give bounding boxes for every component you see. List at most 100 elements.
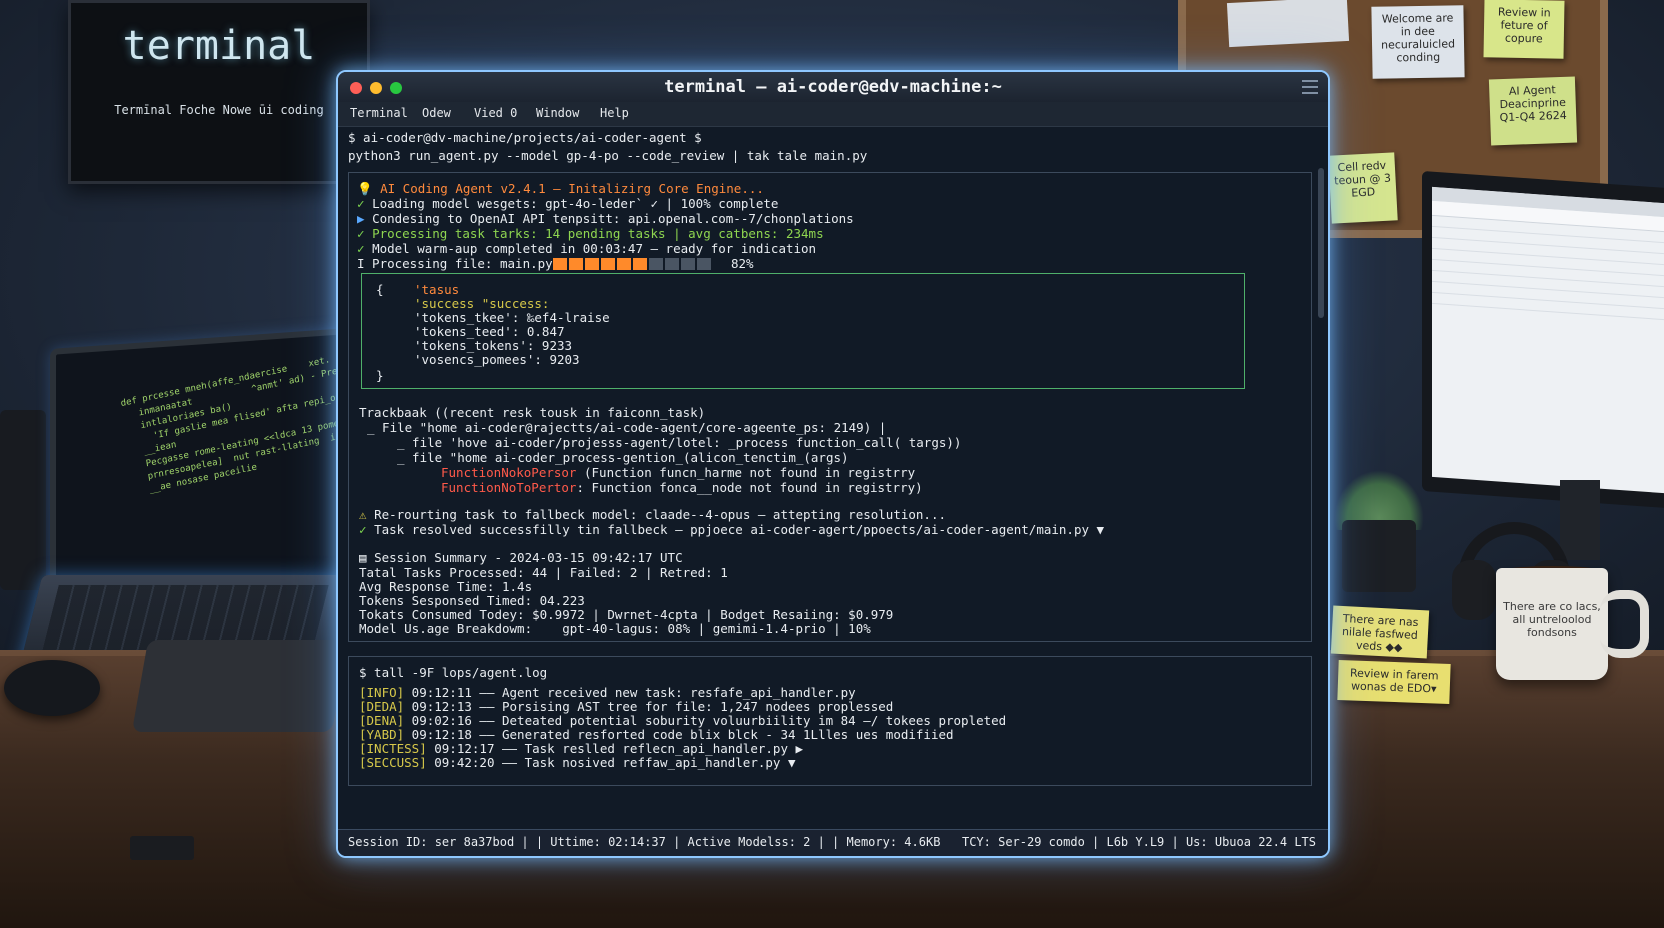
mouse [4,660,100,716]
init-line-text: Loading model wesgets: gpt-4o-leder` ✓ |… [372,196,779,211]
log-tag: [DEDA] [359,699,405,714]
poster-subtitle: Termīnal Foche Nowe ūi coding [114,103,324,117]
summary-title: ▤ Session Summary - 2024-03-15 09:42:17 … [359,550,683,565]
log-entry: [DENA] 09:02:16 —— Deteated potential so… [359,713,1006,728]
monitor-screen [1432,186,1664,494]
fallback-warning: ⚠ Re-rourting task to fallbeck model: cl… [359,507,946,522]
agent-header-text: AI Coding Agent v2.4.1 — Initalizirg Cor… [380,181,764,196]
sticky-note: Welcome are in dee necuraluicled conding [1371,5,1465,79]
progress-segment-filled [617,258,631,270]
mug-handle [1600,590,1649,658]
log-tag: [YABD] [359,727,405,742]
pinned-paper [1226,0,1350,48]
init-line: ▶ Condesing to OpenAI API tenpsitt: api.… [357,211,854,226]
shell-command: python3 run_agent.py --model gp-4-po --c… [348,148,868,163]
progress-percent: 82% [731,256,754,271]
json-line: 'tokens_teed': 0.847 [414,324,565,339]
agent-output-panel: 💡 AI Coding Agent v2.4.1 — Initalizirg C… [348,172,1312,642]
summary-line: Tokens Sesponsed Timed: 04.223 [359,593,585,608]
hamburger-menu-icon[interactable] [1302,80,1318,94]
log-text: 09:02:16 —— Deteated potential soburity … [404,713,1007,728]
progress-segment-filled [633,258,647,270]
traceback-line: _ file 'hove ai-coder/projesss-agent/lot… [397,435,962,450]
sticky-note: Review in feture of copure [1483,0,1565,59]
progress-segment-filled [585,258,599,270]
monitor-stand [1560,480,1600,560]
init-line: ✓ Processing task tarks: 14 pending task… [357,226,824,241]
log-command: $ tall -9F lops/agent.log [359,665,548,680]
json-line: 'success "success: [414,296,549,311]
summary-line: Tokats Consumed Todey: $0.9972 | Dwrnet-… [359,607,894,622]
status-bar: Session ID: ser 8a37bod | | Uttime: 02:1… [338,829,1328,856]
log-text: 09:12:17 —— Task reslled reflecn_api_han… [426,741,804,756]
json-line: 'tokens_tkee': ‰ef4-lraise [414,310,610,325]
error-message: : Function fonca__node not found in regi… [576,480,923,495]
processing-label: I Processing file: main.py [357,256,553,271]
json-line-text: 'success "success: [414,296,550,311]
log-tag: [SECCUSS] [359,755,427,770]
log-text: 09:42:20 —— Task nosived reffaw_api_hand… [426,755,796,770]
wrist-pad [131,640,349,732]
plant-pot [1342,520,1416,592]
headphone-cup [1452,560,1496,620]
menu-window[interactable]: Window [536,106,579,120]
summary-title-text: Session Summary - 2024-03-15 09:42:17 UT… [374,550,683,565]
status-right: TCY: Ser-29 comdo | L6b Y.L9 | Us: Ubuoa… [961,835,1316,849]
poster-title: terminal [122,23,316,69]
init-line: ✓ Model warm-aup completed in 00:03:47 —… [357,241,816,256]
power-strip [130,836,194,860]
menu-terminal[interactable]: Terminal [350,106,408,120]
log-tag: [INFO] [359,685,405,700]
window-title: terminal — ai-coder@edv-machine:~ [664,77,1002,97]
check-icon: ✓ [357,196,365,211]
agent-header: 💡 AI Coding Agent v2.4.1 — Initalizirg C… [357,181,764,196]
check-icon: ✓ [357,226,365,241]
json-line: 'tokens_tokens': 9233 [414,338,573,353]
mug-text: There are co lacs, all untreloolod fonds… [1503,600,1601,639]
bulb-icon: 💡 [357,181,381,196]
play-icon: ▶ [357,211,365,226]
menu-view[interactable]: Vied 0 [474,106,517,120]
sticky-note: Review in farem wonas de EDO▾ [1337,660,1451,704]
error-name: FunctionNoToPertor [441,480,577,495]
traceback-error: FunctionNoToPertor: Function fonca__node… [441,480,923,495]
progress-segment-empty [665,258,679,270]
json-brace-open: { [376,282,384,297]
json-brace-close: } [376,368,384,383]
progress-segment-filled [601,258,615,270]
status-left: Session ID: ser 8a37bod | | Uttime: 02:1… [348,835,941,849]
json-line: 'vosencs_pomees': 9203 [414,352,580,367]
speaker [0,410,46,590]
progress-bar [553,258,717,270]
fallback-warning-text: Re-rourting task to fallbeck model: claa… [374,507,947,522]
sticky-note: AI Agent Deacinprine Q1-Q4 2624 [1488,76,1578,146]
init-line: ✓ Loading model wesgets: gpt-4o-leder` ✓… [357,196,778,211]
title-bar[interactable]: terminal — ai-coder@edv-machine:~ [338,72,1328,102]
progress-segment-empty [697,258,711,270]
check-icon: ✓ [359,522,375,537]
traceback-line: _ File "home ai-coder@rajectts/ai-code-a… [367,420,887,435]
json-output-box: { 'tasus 'success "success: 'tokens_tkee… [361,273,1245,389]
log-entry: [SECCUSS] 09:42:20 —— Task nosived reffa… [359,755,796,770]
error-message: (Function funcn_harme not found in regis… [576,465,916,480]
log-text: 09:12:18 —— Generated resforted code bli… [404,727,954,742]
menu-odew[interactable]: Odew [422,106,451,120]
progress-segment-empty [649,258,663,270]
json-line: 'tasus [414,282,460,297]
menu-help[interactable]: Help [600,106,629,120]
laptop-code: def prcesse mneh(affe_ndaercise xet. av)… [120,351,362,495]
summary-line: Tatal Tasks Processed: 44 | Failed: 2 | … [359,565,728,580]
warning-icon: ⚠ [359,507,375,522]
terminal-window[interactable]: terminal — ai-coder@edv-machine:~ Termin… [336,70,1330,858]
fallback-success: ✓ Task resolved successfilly tin fallbec… [359,522,1104,537]
progress-segment-empty [681,258,695,270]
traceback-error: FunctionNokoPersor (Function funcn_harme… [441,465,915,480]
log-tag: [INCTESS] [359,741,427,756]
log-entry: [INCTESS] 09:12:17 —— Task reslled refle… [359,741,803,756]
progress-segment-filled [553,258,567,270]
fallback-success-text: Task resolved successfilly tin fallbeck … [374,522,1105,537]
check-icon: ✓ [357,241,365,256]
scrollbar[interactable] [1318,168,1324,318]
sticky-note: Cell redv teoun @ 3 EGD [1328,152,1398,224]
log-entry: [YABD] 09:12:18 —— Generated resforted c… [359,727,954,742]
